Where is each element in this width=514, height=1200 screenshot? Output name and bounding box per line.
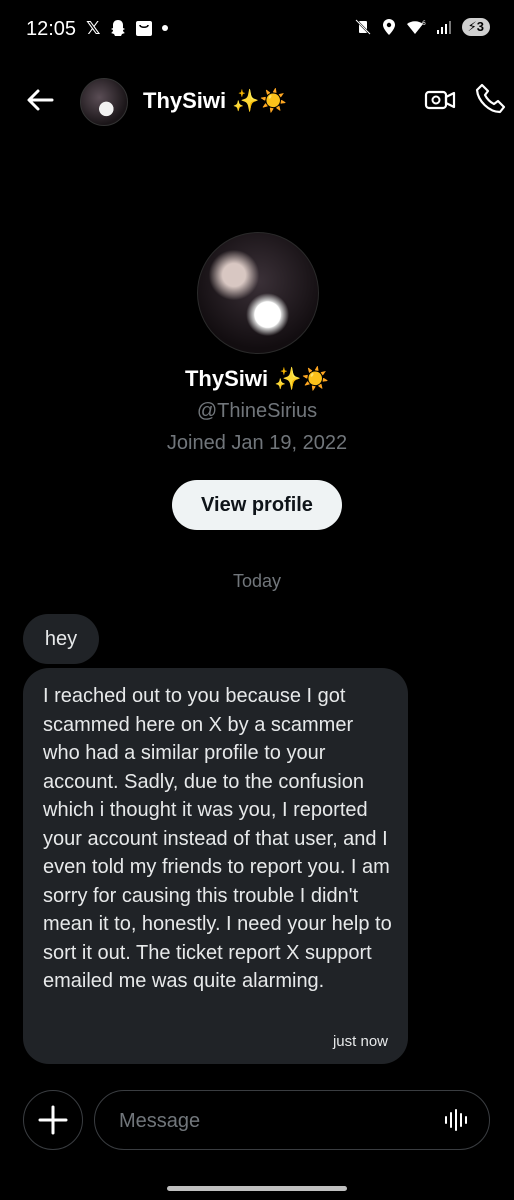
battery-icon: ⚡3 — [461, 18, 490, 36]
signal-icon — [436, 21, 451, 34]
status-right-icons: 6 ⚡3 — [354, 18, 490, 36]
dot-icon — [161, 25, 168, 31]
status-bar: 12:05 𝕏 6 ⚡3 — [0, 0, 514, 60]
wifi-6-icon: 6 — [406, 20, 426, 34]
profile-joined-date: Joined Jan 19, 2022 — [166, 432, 348, 454]
svg-text:6: 6 — [422, 20, 426, 27]
video-camera-icon[interactable] — [424, 84, 456, 116]
profile-handle: @ThineSirius — [196, 400, 318, 422]
add-attachment-button[interactable] — [23, 1090, 83, 1150]
day-separator: Today — [232, 571, 282, 591]
profile-name: ThySiwi ✨☀️ — [184, 366, 330, 391]
x-logo-icon: 𝕏 — [86, 18, 101, 38]
phone-icon[interactable] — [474, 82, 508, 116]
status-time: 12:05 — [26, 18, 77, 40]
message-composer — [0, 1088, 514, 1152]
header-title[interactable]: ThySiwi ✨☀️ — [143, 88, 287, 114]
mute-vibrate-icon — [354, 19, 371, 35]
plus-icon — [38, 1105, 68, 1135]
voice-waveform-icon[interactable] — [443, 1107, 469, 1133]
conversation-header: ThySiwi ✨☀️ — [0, 70, 514, 134]
arrow-left-icon[interactable] — [24, 84, 56, 116]
message-bubble[interactable]: I reached out to you because I got scamm… — [23, 668, 408, 1064]
message-text: I reached out to you because I got scamm… — [43, 685, 392, 992]
home-indicator[interactable] — [167, 1186, 347, 1191]
battery-level: 3 — [476, 19, 484, 34]
profile-avatar[interactable] — [197, 232, 319, 354]
message-timestamp: just now — [332, 1033, 388, 1050]
location-icon — [382, 19, 395, 35]
header-avatar[interactable] — [80, 78, 128, 126]
message-text: hey — [44, 627, 78, 650]
view-profile-button[interactable]: View profile — [172, 480, 342, 530]
message-bubble[interactable]: hey — [23, 614, 99, 664]
message-input[interactable] — [117, 1105, 421, 1137]
status-left-icons: 𝕏 — [86, 18, 169, 38]
shopping-bag-icon — [135, 21, 152, 36]
message-field[interactable] — [94, 1090, 490, 1150]
snapchat-icon — [110, 20, 125, 36]
